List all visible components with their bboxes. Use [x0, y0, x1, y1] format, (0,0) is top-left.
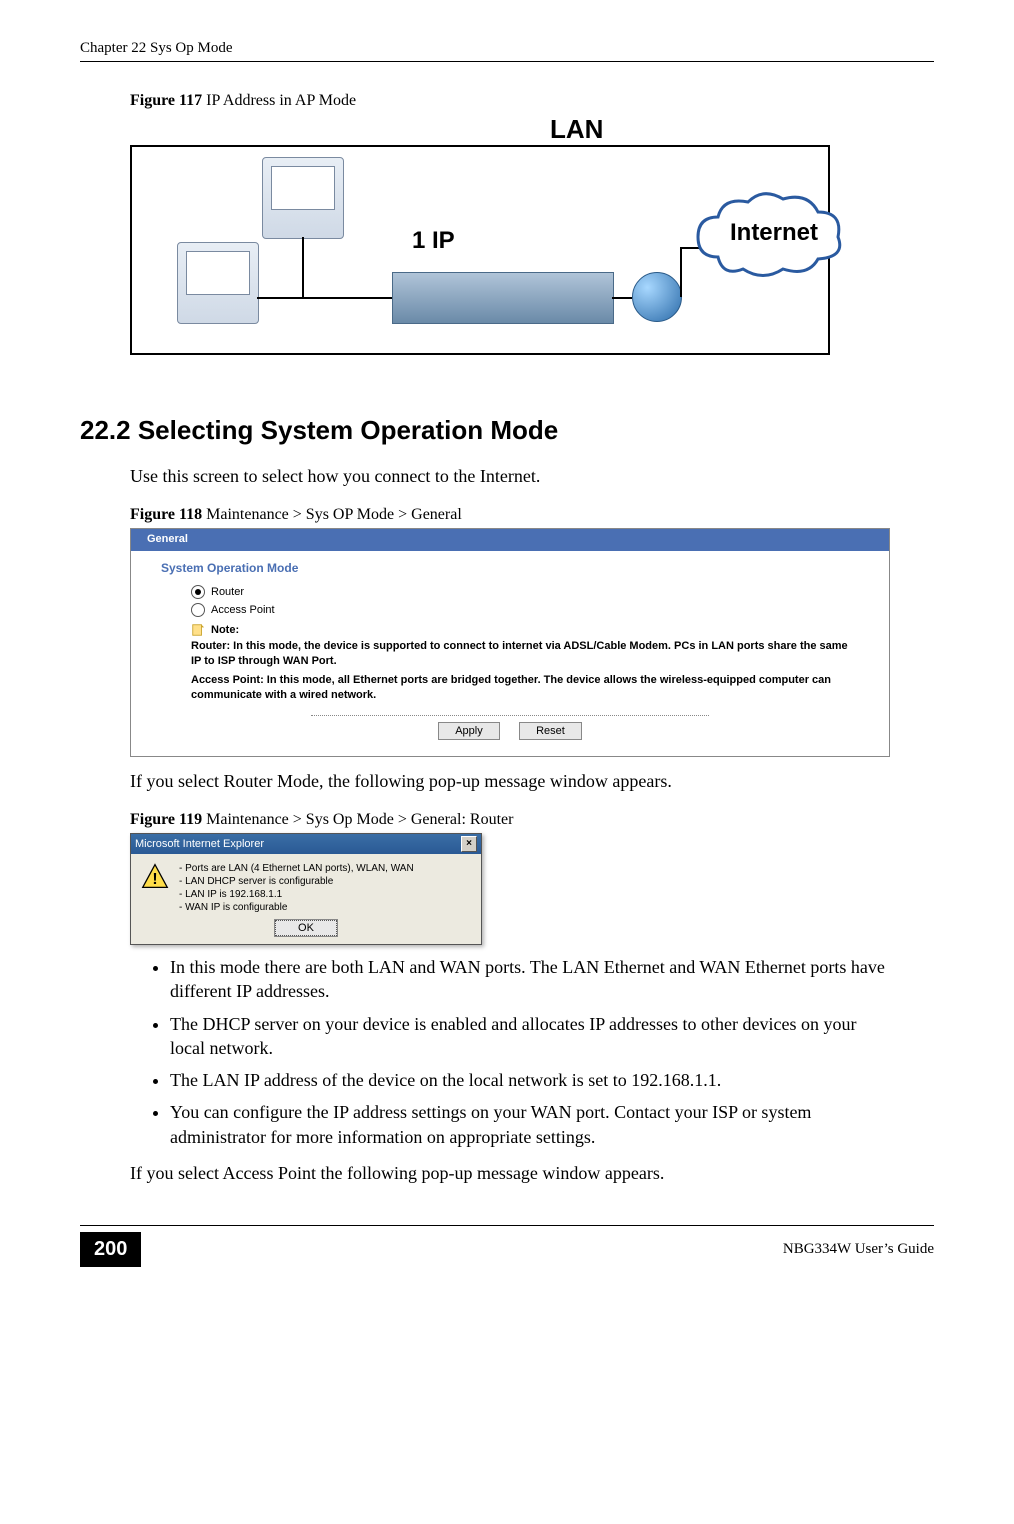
internet-label: Internet — [730, 219, 818, 247]
list-item: The LAN IP address of the device on the … — [170, 1068, 894, 1092]
warning-icon: ! — [141, 862, 169, 890]
apply-button[interactable]: Apply — [438, 722, 500, 740]
network-wire — [612, 297, 632, 299]
network-wire — [302, 237, 304, 297]
sys-op-mode-general-screenshot: General System Operation Mode Router Acc… — [130, 528, 890, 756]
figure-117-diagram: 1 IP Internet — [130, 145, 830, 355]
list-item: In this mode there are both LAN and WAN … — [170, 955, 894, 1004]
figure-118-caption: Figure 118 Maintenance > Sys OP Mode > G… — [130, 506, 934, 524]
figure-117-number: Figure 117 — [130, 92, 202, 109]
radio-router-row[interactable]: Router — [131, 583, 889, 601]
figure-119-number: Figure 119 — [130, 811, 202, 828]
radio-ap-row[interactable]: Access Point — [131, 601, 889, 619]
note-icon — [191, 623, 205, 637]
radio-ap-label: Access Point — [211, 604, 275, 616]
ie-line: - Ports are LAN (4 Ethernet LAN ports), … — [179, 862, 414, 875]
figure-117-caption: Figure 117 IP Address in AP Mode — [130, 92, 934, 110]
radio-ap-input[interactable] — [191, 603, 205, 617]
radio-router-input[interactable] — [191, 585, 205, 599]
pc-icon — [262, 157, 344, 239]
figure-119-title: Maintenance > Sys Op Mode > General: Rou… — [202, 811, 513, 828]
network-wire — [257, 297, 302, 299]
list-item: The DHCP server on your device is enable… — [170, 1012, 894, 1061]
pc-icon — [177, 242, 259, 324]
radio-router-label: Router — [211, 586, 244, 598]
section-22-2-heading: 22.2 Selecting System Operation Mode — [80, 415, 934, 446]
guide-name: NBG334W User’s Guide — [783, 1241, 934, 1258]
list-item: You can configure the IP address setting… — [170, 1100, 894, 1149]
ok-button[interactable]: OK — [275, 920, 337, 936]
note-ap-text: Access Point: In this mode, all Ethernet… — [131, 671, 889, 705]
diagram-1ip-label: 1 IP — [412, 227, 455, 255]
after-fig118-text: If you select Router Mode, the following… — [130, 769, 934, 793]
ie-line: - LAN IP is 192.168.1.1 — [179, 888, 414, 901]
reset-button[interactable]: Reset — [519, 722, 582, 740]
modem-icon — [632, 272, 682, 322]
diagram-lan-label: LAN — [550, 114, 1014, 145]
page-number: 200 — [80, 1232, 141, 1267]
ie-line: - WAN IP is configurable — [179, 901, 414, 914]
ie-popup-title: Microsoft Internet Explorer — [135, 838, 264, 850]
after-bullets-text: If you select Access Point the following… — [130, 1161, 934, 1185]
note-router-text: Router: In this mode, the device is supp… — [131, 637, 889, 671]
page-footer: 200 NBG334W User’s Guide — [80, 1225, 934, 1267]
router-icon — [392, 272, 614, 324]
close-icon[interactable]: × — [461, 836, 477, 852]
ie-popup-titlebar: Microsoft Internet Explorer × — [131, 834, 481, 854]
tab-bar: General — [131, 529, 889, 551]
running-header: Chapter 22 Sys Op Mode — [80, 40, 934, 62]
panel-heading: System Operation Mode — [131, 551, 889, 583]
bullet-list: In this mode there are both LAN and WAN … — [150, 955, 934, 1149]
figure-117-title: IP Address in AP Mode — [202, 92, 356, 109]
ie-line: - LAN DHCP server is configurable — [179, 875, 414, 888]
network-wire — [680, 247, 682, 297]
svg-text:!: ! — [152, 871, 157, 888]
figure-118-title: Maintenance > Sys OP Mode > General — [202, 506, 462, 523]
ie-popup-message: - Ports are LAN (4 Ethernet LAN ports), … — [179, 862, 414, 914]
figure-119-caption: Figure 119 Maintenance > Sys Op Mode > G… — [130, 811, 934, 829]
network-wire — [302, 297, 392, 299]
divider — [311, 715, 709, 716]
note-row: Note: — [131, 619, 889, 637]
figure-118-number: Figure 118 — [130, 506, 202, 523]
tab-general[interactable]: General — [137, 531, 198, 547]
note-label: Note: — [211, 624, 239, 636]
section-intro-text: Use this screen to select how you connec… — [130, 464, 934, 488]
ie-popup: Microsoft Internet Explorer × ! - Ports … — [130, 833, 482, 945]
